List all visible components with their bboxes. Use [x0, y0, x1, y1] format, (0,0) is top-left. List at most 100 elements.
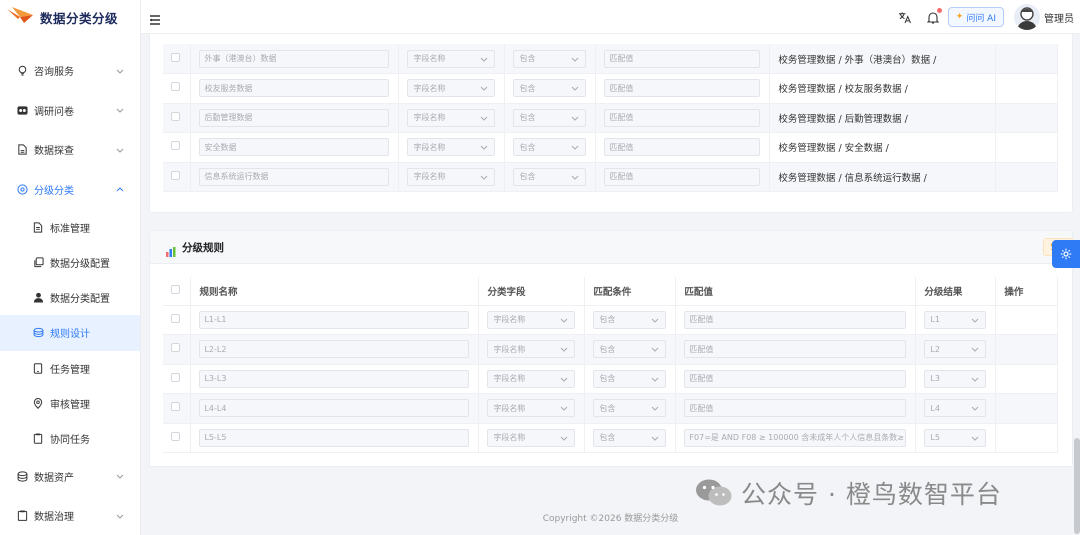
- sidebar-subitem-standards[interactable]: 标准管理: [0, 209, 140, 244]
- grade-result-select[interactable]: L4: [924, 399, 987, 418]
- grade-result-select[interactable]: L1: [924, 310, 987, 329]
- field-cell: 字段名称: [398, 162, 506, 192]
- row-checkbox[interactable]: [171, 343, 180, 353]
- rule-name-input[interactable]: 信息系统运行数据: [199, 167, 390, 186]
- field-select[interactable]: 字段名称: [407, 167, 496, 186]
- field-select[interactable]: 字段名称: [487, 369, 576, 388]
- rule-name-input[interactable]: 后勤管理数据: [199, 108, 390, 127]
- sidebar-subitem-grade-config[interactable]: 数据分级配置: [0, 245, 140, 280]
- translate-icon[interactable]: [898, 10, 912, 24]
- field-cell: 字段名称: [478, 305, 586, 335]
- condition-select[interactable]: 包含: [513, 138, 587, 157]
- rule-name-input[interactable]: L5-L5: [199, 428, 470, 447]
- condition-select[interactable]: 包含: [513, 49, 587, 68]
- match-value-input[interactable]: 匹配值: [604, 79, 761, 98]
- rule-name-input[interactable]: L1-L1: [199, 310, 470, 329]
- field-select[interactable]: 字段名称: [487, 428, 576, 447]
- field-select[interactable]: 字段名称: [407, 108, 496, 127]
- page-scrollbar[interactable]: [1074, 438, 1080, 534]
- row-select-cell[interactable]: [163, 44, 192, 74]
- row-checkbox[interactable]: [171, 52, 180, 62]
- row-checkbox[interactable]: [171, 141, 180, 151]
- condition-select[interactable]: 包含: [593, 310, 667, 329]
- app-window: 数据分类分级 咨询服务 调研问卷 数据探查 分级分类 标准管理 数据分级配置 数…: [0, 0, 1080, 535]
- condition-select[interactable]: 包含: [593, 399, 667, 418]
- sidebar-subitem-review[interactable]: 审核管理: [0, 386, 140, 421]
- rule-name-input[interactable]: L3-L3: [199, 369, 470, 388]
- field-select[interactable]: 字段名称: [407, 138, 496, 157]
- row-select-cell[interactable]: [163, 103, 192, 133]
- sidebar-subitem-rule-design[interactable]: 规则设计: [0, 315, 140, 351]
- row-checkbox[interactable]: [171, 111, 180, 121]
- select-all-cell[interactable]: [163, 277, 192, 306]
- field-select-value: 字段名称: [493, 315, 526, 325]
- condition-select[interactable]: 包含: [513, 167, 587, 186]
- match-value-input[interactable]: 匹配值: [684, 369, 907, 388]
- row-checkbox[interactable]: [171, 402, 180, 412]
- rule-name-input[interactable]: L2-L2: [199, 340, 470, 359]
- condition-select[interactable]: 包含: [593, 340, 667, 359]
- row-select-cell[interactable]: [163, 393, 192, 424]
- condition-select[interactable]: 包含: [593, 369, 667, 388]
- field-select[interactable]: 字段名称: [487, 310, 576, 329]
- sidebar-item-governance[interactable]: 数据治理: [0, 496, 140, 535]
- rule-name-input[interactable]: L4-L4: [199, 399, 470, 418]
- app-logo[interactable]: 数据分类分级: [0, 0, 140, 34]
- sidebar-item-survey[interactable]: 调研问卷: [0, 91, 140, 131]
- settings-drawer-button[interactable]: [1052, 240, 1080, 268]
- sidebar-subitem-category-config[interactable]: 数据分类配置: [0, 280, 140, 315]
- sidebar-subitem-task-management[interactable]: 任务管理: [0, 351, 140, 386]
- sidebar-item-assets[interactable]: 数据资产: [0, 456, 140, 496]
- match-value-input[interactable]: F07=是 AND F08 ≥ 100000 含未成年人个人信息且条数≥: [684, 428, 907, 447]
- chevron-down-icon: [480, 114, 488, 122]
- field-select[interactable]: 字段名称: [487, 340, 576, 359]
- row-select-cell[interactable]: [163, 132, 192, 163]
- row-checkbox[interactable]: [171, 170, 180, 180]
- match-value-input[interactable]: 匹配值: [604, 108, 761, 127]
- location-icon: [32, 398, 44, 410]
- menu-toggle-icon[interactable]: [149, 11, 161, 25]
- row-checkbox[interactable]: [171, 313, 180, 323]
- row-select-cell[interactable]: [163, 423, 192, 453]
- row-checkbox[interactable]: [171, 82, 180, 92]
- row-select-cell[interactable]: [163, 73, 192, 104]
- rule-name-input[interactable]: 校友服务数据: [199, 79, 390, 98]
- field-select[interactable]: 字段名称: [407, 49, 496, 68]
- path-cell: 校务管理数据 / 安全数据 /: [769, 132, 997, 163]
- sidebar-item-exploration[interactable]: 数据探查: [0, 130, 140, 170]
- table-row: 信息系统运行数据 字段名称 包含 匹配值 校务管理数据 / 信息系统运行数据 /: [163, 162, 1058, 192]
- field-select[interactable]: 字段名称: [487, 399, 576, 418]
- condition-select[interactable]: 包含: [513, 79, 587, 98]
- sidebar-subitem-collab[interactable]: 协同任务: [0, 421, 140, 456]
- grading-rules-header: 分级规则 5 条: [150, 231, 1074, 264]
- sidebar-item-consulting[interactable]: 咨询服务: [0, 51, 140, 91]
- user-name[interactable]: 管理员: [1044, 10, 1074, 25]
- rule-name-input[interactable]: 外事（港澳台）数据: [199, 49, 390, 68]
- condition-select[interactable]: 包含: [513, 108, 587, 127]
- ask-ai-button[interactable]: ✦ 问问 AI: [947, 7, 1004, 27]
- match-value-input[interactable]: 匹配值: [604, 138, 761, 157]
- rule-name-input[interactable]: 安全数据: [199, 138, 390, 157]
- sidebar-item-label: 审核管理: [50, 400, 90, 411]
- notification-bell-icon[interactable]: [926, 8, 942, 24]
- field-select[interactable]: 字段名称: [407, 79, 496, 98]
- row-select-cell[interactable]: [163, 305, 192, 335]
- row-select-cell[interactable]: [163, 334, 192, 365]
- row-checkbox[interactable]: [171, 372, 180, 382]
- grade-result-select[interactable]: L3: [924, 369, 987, 388]
- avatar[interactable]: [1014, 4, 1040, 30]
- row-checkbox[interactable]: [171, 431, 180, 441]
- match-value-input[interactable]: 匹配值: [604, 167, 761, 186]
- grade-result-select[interactable]: L2: [924, 340, 987, 359]
- sidebar-item-grading[interactable]: 分级分类: [0, 170, 140, 210]
- grade-result-select[interactable]: L5: [924, 428, 987, 447]
- condition-select[interactable]: 包含: [593, 428, 667, 447]
- match-value-input[interactable]: 匹配值: [684, 310, 907, 329]
- chevron-down-icon: [560, 375, 568, 383]
- row-select-cell[interactable]: [163, 364, 192, 394]
- row-select-cell[interactable]: [163, 162, 192, 192]
- select-all-checkbox[interactable]: [171, 284, 180, 294]
- match-value-input[interactable]: 匹配值: [684, 399, 907, 418]
- match-value-input[interactable]: 匹配值: [604, 49, 761, 68]
- match-value-input[interactable]: 匹配值: [684, 340, 907, 359]
